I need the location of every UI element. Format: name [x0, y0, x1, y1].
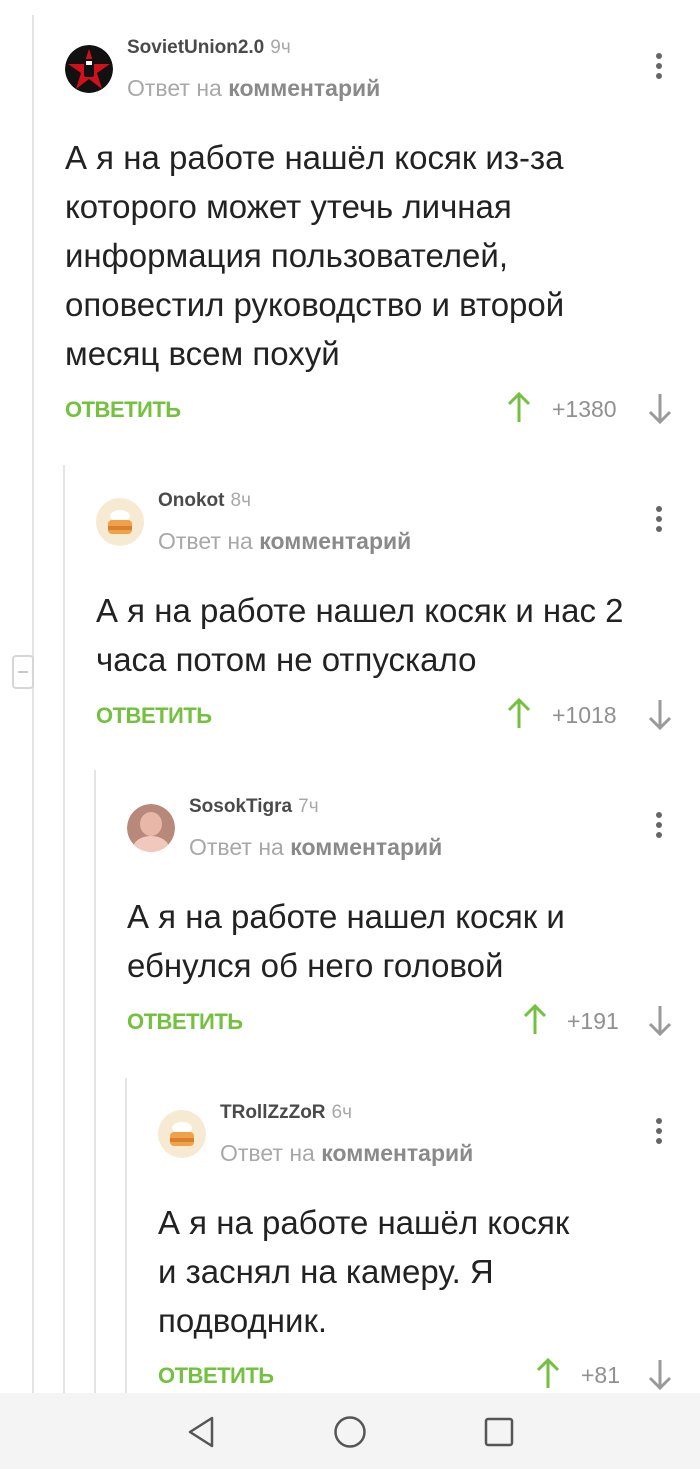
comment-text: А я на работе нашел косяк и ебнулся об н…: [127, 892, 565, 990]
downvote-icon[interactable]: [648, 698, 672, 730]
more-menu-icon[interactable]: [655, 1118, 663, 1148]
reply-prefix: Ответ на: [158, 528, 253, 554]
rating-value: +191: [567, 1008, 619, 1034]
comment-time: 6ч: [331, 1102, 352, 1123]
comment-line: оповестил руководство и второй: [65, 286, 565, 323]
rating-value: +1380: [552, 396, 617, 422]
avatar[interactable]: [158, 1110, 206, 1158]
reply-target-link[interactable]: комментарий: [290, 834, 442, 860]
comment-text: А я на работе нашёл косяк из-за которого…: [65, 133, 564, 378]
circle-home-icon[interactable]: [333, 1415, 367, 1449]
rating-value: +81: [581, 1362, 621, 1388]
reply-button[interactable]: ОТВЕТИТЬ: [158, 1363, 274, 1389]
username[interactable]: Onokot: [158, 490, 225, 511]
upvote-icon[interactable]: [507, 392, 531, 424]
comment-line: месяц всем похуй: [65, 335, 340, 372]
comment-line: подводник.: [158, 1302, 328, 1339]
default-cake-avatar-icon: [96, 498, 144, 546]
reply-button[interactable]: ОТВЕТИТЬ: [65, 397, 181, 423]
comment-text: А я на работе нашёл косяк и заснял на ка…: [158, 1198, 569, 1345]
reply-to: Ответ на комментарий: [220, 1140, 473, 1167]
comment-text: А я на работе нашел косяк и нас 2 часа п…: [96, 586, 624, 684]
username[interactable]: SovietUnion2.0: [127, 37, 264, 58]
reply-to: Ответ на комментарий: [189, 834, 442, 861]
reply-button[interactable]: ОТВЕТИТЬ: [96, 703, 212, 729]
comment-line: часа потом не отпускало: [96, 641, 477, 678]
triangle-back-icon[interactable]: [186, 1415, 216, 1449]
comment-line: и заснял на камеру. Я: [158, 1253, 494, 1290]
username[interactable]: TRollZzZoR: [220, 1102, 326, 1123]
reply-to: Ответ на комментарий: [127, 75, 380, 102]
system-navigation-bar: [0, 1393, 700, 1469]
reply-button[interactable]: ОТВЕТИТЬ: [127, 1009, 243, 1035]
comment-line: А я на работе нашёл косяк: [158, 1204, 570, 1241]
username[interactable]: SosokTigra: [189, 796, 292, 817]
comment: Onokot 8ч Ответ на комментарий А я на раб…: [96, 490, 700, 738]
reply-to: Ответ на комментарий: [158, 528, 411, 555]
comment-line: ебнулся об него головой: [127, 947, 504, 984]
reply-prefix: Ответ на: [220, 1140, 315, 1166]
comment-line: А я на работе нашёл косяк из-за: [65, 139, 564, 176]
reply-target-link[interactable]: комментарий: [321, 1140, 473, 1166]
comment-line: А я на работе нашел косяк и: [127, 898, 565, 935]
reply-prefix: Ответ на: [127, 75, 222, 101]
thread-line-level-1: [63, 465, 65, 1393]
comment-line: А я на работе нашел косяк и нас 2: [96, 592, 624, 629]
upvote-icon[interactable]: [507, 698, 531, 730]
comment-time: 8ч: [230, 490, 251, 511]
avatar[interactable]: [96, 498, 144, 546]
upvote-icon[interactable]: [536, 1358, 560, 1390]
default-cake-avatar-icon: [158, 1110, 206, 1158]
downvote-icon[interactable]: [648, 1004, 672, 1036]
photo-avatar-icon: [127, 804, 175, 852]
square-recents-icon[interactable]: [483, 1416, 515, 1448]
collapse-thread-button[interactable]: [12, 655, 34, 689]
reply-target-link[interactable]: комментарий: [259, 528, 411, 554]
comment-line: которого может утечь личная: [65, 188, 512, 225]
comment: SosokTigra 7ч Ответ на комментарий А я на…: [127, 796, 700, 1044]
red-star-fist-icon: [65, 45, 113, 93]
comment: TRollZzZoR 6ч Ответ на комментарий А я на…: [158, 1102, 700, 1393]
more-menu-icon[interactable]: [655, 812, 663, 842]
rating-value: +1018: [552, 702, 617, 728]
more-menu-icon[interactable]: [655, 53, 663, 83]
comment-line: информация пользователей,: [65, 237, 508, 274]
reply-prefix: Ответ на: [189, 834, 284, 860]
avatar[interactable]: [65, 45, 113, 93]
thread-line-level-2: [94, 770, 96, 1393]
upvote-icon[interactable]: [523, 1004, 547, 1036]
thread-line-level-3: [125, 1078, 127, 1393]
downvote-icon[interactable]: [648, 1358, 672, 1390]
downvote-icon[interactable]: [648, 392, 672, 424]
more-menu-icon[interactable]: [655, 506, 663, 536]
thread-line-level-0: [32, 15, 34, 1393]
comment: SovietUnion2.0 9ч Ответ на комментарий А …: [65, 37, 700, 435]
comment-time: 9ч: [270, 37, 291, 58]
reply-target-link[interactable]: комментарий: [228, 75, 380, 101]
avatar[interactable]: [127, 804, 175, 852]
comment-time: 7ч: [298, 796, 319, 817]
